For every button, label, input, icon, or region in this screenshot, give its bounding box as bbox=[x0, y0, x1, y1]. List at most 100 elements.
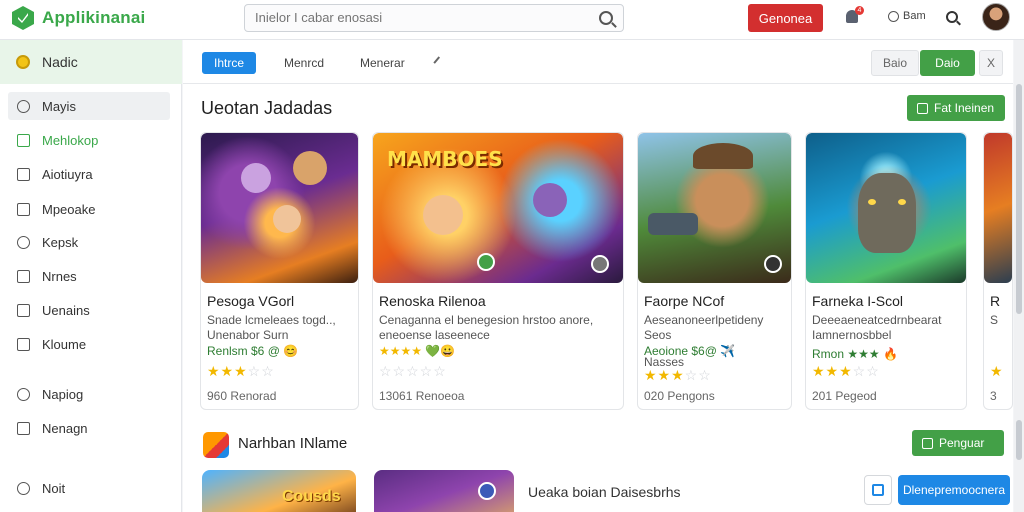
floating-action-group: Dlenepremoocnera bbox=[864, 474, 1010, 506]
sidebar-item-2[interactable]: Mehlokop bbox=[8, 126, 170, 154]
pin-icon[interactable] bbox=[433, 56, 445, 68]
game-artwork[interactable] bbox=[806, 133, 966, 283]
sidebar-item-home[interactable]: Nadic bbox=[0, 40, 182, 84]
tab-1[interactable]: Ihtrce bbox=[202, 52, 257, 74]
floating-action-button[interactable]: Dlenepremoocnera bbox=[898, 475, 1010, 505]
play-badge-icon[interactable] bbox=[477, 253, 495, 271]
more-badge-icon[interactable] bbox=[764, 255, 782, 273]
rating-stars-on: ★★★ bbox=[812, 363, 853, 379]
tag-icon bbox=[17, 235, 30, 249]
square-icon bbox=[17, 133, 30, 147]
tab-2[interactable]: Menrcd bbox=[284, 52, 324, 74]
game-card[interactable]: Faorpe NCof Aeseanoneerlpetideny Seos Ae… bbox=[637, 132, 792, 410]
chat-icon-button[interactable] bbox=[864, 475, 892, 505]
character-head bbox=[293, 151, 327, 185]
circle-icon bbox=[17, 99, 30, 113]
chat-icon bbox=[872, 484, 884, 496]
primary-action-button[interactable]: Daio bbox=[920, 50, 975, 76]
sidebar-item-3[interactable]: Aiotiuyra bbox=[8, 160, 170, 188]
global-search-icon[interactable] bbox=[946, 11, 958, 23]
game-thumbnail[interactable] bbox=[374, 470, 514, 512]
sidebar-footer-item-1[interactable]: Napiog bbox=[8, 380, 170, 408]
card-tags: Renlsm $6 @ 😊 bbox=[207, 344, 299, 358]
sidebar-item-label: Mpeoake bbox=[42, 201, 96, 217]
character-head bbox=[533, 183, 567, 217]
card-description: Aeseanoneerlpetideny Seos bbox=[644, 313, 764, 342]
sidebar-item-6[interactable]: Nrnes bbox=[8, 262, 170, 290]
game-card[interactable]: Farneka I-Scol Deeeaeneatcedrnbearat Iam… bbox=[805, 132, 967, 410]
game-artwork[interactable]: MAMBOES bbox=[373, 133, 623, 283]
card-rating: ☆☆☆☆☆ bbox=[379, 363, 447, 380]
top-bar: Applikinanai Genonea 4 Bam bbox=[0, 0, 1024, 40]
card-count: 201 Pegeod bbox=[812, 389, 877, 403]
card-tags: ★★★★ 💚😀 bbox=[379, 344, 456, 358]
rating-stars-off: ☆☆ bbox=[684, 367, 712, 383]
square-icon bbox=[17, 269, 30, 283]
square-icon bbox=[17, 167, 30, 181]
home-coin-icon bbox=[16, 55, 30, 69]
main-content: Ihtrce Menrcd Menerar Baio Daio X Ueotan… bbox=[183, 40, 1013, 512]
sidebar-footer-item-2[interactable]: Nenagn bbox=[8, 414, 170, 442]
character-head bbox=[241, 163, 271, 193]
game-card[interactable]: R S ★ 3 bbox=[983, 132, 1013, 410]
character-head bbox=[423, 195, 463, 235]
tab-3[interactable]: Menerar bbox=[360, 52, 405, 74]
list-item-text: Ueaka boian Daisesbrhs bbox=[528, 484, 681, 500]
sidebar-item-label: Mayis bbox=[42, 98, 76, 114]
sidebar-item-4[interactable]: Mpeoake bbox=[8, 195, 170, 223]
sidebar-item-label: Aiotiuyra bbox=[42, 166, 93, 182]
section-button-label: Fat Ineinen bbox=[934, 101, 995, 115]
sidebar-item-1[interactable]: Mayis bbox=[8, 92, 170, 120]
secondary-action-button[interactable]: Baio bbox=[871, 50, 919, 76]
scrollbar-thumb[interactable] bbox=[1016, 420, 1022, 460]
user-avatar[interactable] bbox=[982, 3, 1010, 31]
rating-stars-off: ☆☆ bbox=[852, 363, 880, 379]
image-icon bbox=[17, 202, 30, 216]
sidebar-item-8[interactable]: Kloume bbox=[8, 330, 170, 358]
rating-stars-off: ☆☆ bbox=[247, 363, 275, 379]
section-button-label: Penguar bbox=[939, 436, 985, 450]
card-count: 960 Renorad bbox=[207, 389, 277, 403]
app-logo[interactable]: Applikinanai bbox=[12, 6, 145, 30]
section-action-button[interactable]: Fat Ineinen bbox=[907, 95, 1005, 121]
creature-eye bbox=[868, 199, 876, 205]
game-card[interactable]: MAMBOES Renoska Rilenoa Cenaganna el ben… bbox=[372, 132, 624, 410]
sidebar-item-label: Kloume bbox=[42, 336, 87, 352]
app-title: Applikinanai bbox=[42, 8, 146, 27]
game-artwork[interactable] bbox=[984, 133, 1012, 283]
more-badge-icon[interactable] bbox=[591, 255, 609, 273]
card-rating: ★ bbox=[990, 363, 1004, 379]
sidebar-item-label: Kepsk bbox=[42, 234, 79, 250]
section-title: Narhban INlame bbox=[238, 435, 348, 452]
card-description: S bbox=[990, 313, 999, 327]
game-logo: Cousds bbox=[282, 488, 341, 505]
scrollbar-thumb[interactable] bbox=[1016, 84, 1022, 314]
game-artwork[interactable] bbox=[638, 133, 791, 283]
game-thumbnail[interactable]: Cousds bbox=[202, 470, 356, 512]
sidebar-item-label: Uenains bbox=[42, 302, 90, 318]
search-icon[interactable] bbox=[599, 11, 613, 25]
sidebar-item-7[interactable]: Uenains bbox=[8, 296, 170, 324]
card-title: Farneka I-Scol bbox=[812, 293, 904, 309]
help-label: Bam bbox=[903, 10, 926, 22]
card-title: Renoska Rilenoa bbox=[379, 293, 486, 309]
section-action-button[interactable]: Penguar bbox=[912, 430, 1004, 456]
primary-header-button[interactable]: Genonea bbox=[748, 4, 823, 32]
card-description: Deeeaeneatcedrnbearat Iamnernosbbel bbox=[812, 313, 942, 342]
close-button[interactable]: X bbox=[979, 50, 1003, 76]
card-description: Cenaganna el benegesion hrstoo anore, en… bbox=[379, 313, 594, 342]
help-button[interactable]: Bam bbox=[888, 10, 926, 22]
search-input[interactable] bbox=[255, 10, 585, 25]
search-box[interactable] bbox=[244, 4, 624, 32]
sidebar-item-5[interactable]: Kepsk bbox=[8, 228, 170, 256]
scrollbar[interactable] bbox=[1014, 40, 1024, 512]
sidebar-footer-item-3[interactable]: Noit bbox=[8, 474, 170, 502]
star-badge-icon[interactable] bbox=[478, 482, 496, 500]
game-card[interactable]: Pesoga VGorl Snade lcmeleaes togd.., Une… bbox=[200, 132, 359, 410]
square-icon bbox=[17, 337, 30, 351]
refresh-icon bbox=[17, 387, 30, 401]
sidebar-home-label: Nadic bbox=[42, 54, 78, 70]
sidebar-item-label: Nenagn bbox=[42, 420, 88, 436]
rating-stars-on: ★★★ bbox=[207, 363, 248, 379]
game-artwork[interactable] bbox=[201, 133, 358, 283]
